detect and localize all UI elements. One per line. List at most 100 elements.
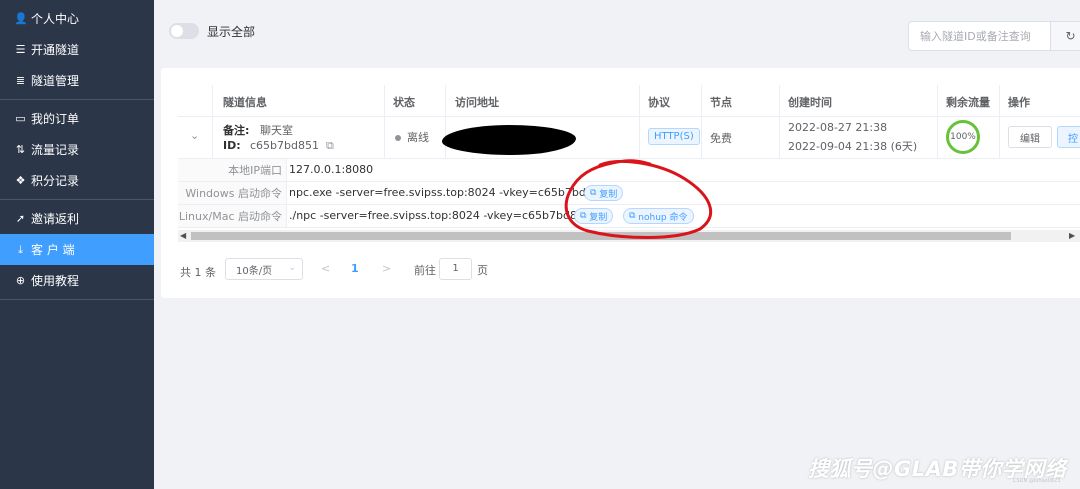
col-header-protocol: 协议 [648,96,670,109]
traffic-progress: 100% [946,120,980,154]
nohup-label: nohup 命令 [638,212,688,223]
protocol-tag: HTTP(S) [648,128,700,145]
download-icon: ⤓ [18,242,23,256]
sidebar-item-tutorial[interactable]: ⊕ 使用教程 [0,265,154,296]
page-suffix: 页 [477,264,488,277]
sidebar-item-label: 客 户 端 [31,243,75,257]
watermark-small: CSDN @lunao0623 [1013,478,1061,484]
sidebar-item-label: 我的订单 [31,112,80,126]
show-all-toggle[interactable] [169,23,199,39]
sidebar-item-label: 个人中心 [31,12,80,26]
copy-label: 复制 [589,212,608,223]
col-header-created: 创建时间 [788,96,832,109]
sidebar-item-orders[interactable]: ▭ 我的订单 [0,103,154,134]
windows-cmd-label: Windows 启动命令 [178,182,287,204]
sidebar-item-label: 积分记录 [31,174,80,188]
page-size-select[interactable]: 10条/页 ⌄ [225,258,303,280]
copy-icon: ⧉ [590,188,600,198]
copy-linux-button[interactable]: ⧉ 复制 [574,208,614,224]
horizontal-scrollbar[interactable]: ◀ ▶ [178,230,1080,242]
page-number-current[interactable]: 1 [351,262,359,275]
detail-row-linux: Linux/Mac 启动命令 ./npc -server=free.svipss… [178,205,1080,228]
status-badge: 离线 [395,129,429,145]
status-dot [395,135,401,141]
share-icon: ➚ [15,212,26,225]
created-time: 2022-08-27 21:38 [788,121,888,134]
sidebar-item-label: 开通隧道 [31,43,80,57]
sidebar-item-points[interactable]: ❖ 积分记录 [0,165,154,196]
col-header-node: 节点 [710,96,732,109]
nav-group-account: 👤 个人中心 ☰ 开通隧道 ≣ 隧道管理 [0,0,154,100]
scroll-thumb[interactable] [191,232,1011,240]
col-header-info: 隧道信息 [223,96,267,109]
sidebar-item-open-tunnel[interactable]: ☰ 开通隧道 [0,34,154,65]
traffic-percent: 100% [950,132,976,142]
sidebar-item-invite[interactable]: ➚ 邀请返利 [0,203,154,234]
sidebar: 👤 个人中心 ☰ 开通隧道 ≣ 隧道管理 ▭ 我的订单 ⇅ 流量记录 ❖ 积分记录 ➚ 邀请返… [0,0,154,489]
refresh-button[interactable]: ↻ [1051,21,1080,51]
nohup-button[interactable]: ⧉ nohup 命令 [623,208,694,224]
nav-group-records: ▭ 我的订单 ⇅ 流量记录 ❖ 积分记录 [0,100,154,200]
scroll-right-icon[interactable]: ▶ [1069,231,1075,240]
user-icon: 👤 [14,12,28,25]
list-icon: ≣ [15,74,26,87]
expire-time: 2022-09-04 21:38 (6天) [788,140,918,153]
local-port-label: 本地IP端口 [178,159,287,181]
linux-cmd-label: Linux/Mac 启动命令 [178,205,287,227]
card-icon: ▭ [15,112,26,125]
sidebar-item-traffic[interactable]: ⇅ 流量记录 [0,134,154,165]
id-label: ID: [223,139,241,152]
col-header-traffic: 剩余流量 [946,96,990,109]
goto-label: 前往 [414,264,436,277]
sort-icon: ⇅ [15,143,26,156]
tunnel-id: c65b7bd851 [250,139,319,152]
sidebar-item-label: 流量记录 [31,143,80,157]
col-header-status: 状态 [393,96,415,109]
edit-label: 编辑 [1020,133,1040,145]
table-row: ⌄ 备注: 聊天室 ID: c65b7bd851 ⧉ 离线 HTTP(S) 免费… [178,117,1080,159]
topbar: 显示全部 输入隧道ID或备注查询 ↻ [154,0,1080,62]
edit-button[interactable]: 编辑 [1008,126,1052,148]
linux-cmd-value: ./npc -server=free.svipss.top:8024 -vkey… [289,209,591,222]
pager-total: 共 1 条 [180,266,216,279]
sidebar-item-label: 隧道管理 [31,74,80,88]
refresh-icon: ↻ [1065,29,1076,43]
zoom-icon: ⊕ [15,274,26,287]
redacted-address [442,125,576,155]
control-label: 控 [1068,133,1078,145]
sidebar-item-tunnel-manage[interactable]: ≣ 隧道管理 [0,65,154,96]
col-header-address: 访问地址 [455,96,499,109]
copy-label: 复制 [599,189,618,200]
server-icon: ☰ [15,43,26,56]
copy-windows-button[interactable]: ⧉ 复制 [584,185,624,201]
search-input[interactable]: 输入隧道ID或备注查询 [908,21,1051,51]
expanded-detail: 本地IP端口 127.0.0.1:8080 Windows 启动命令 npc.e… [178,159,1080,228]
next-page-button[interactable]: > [382,262,391,275]
status-text: 离线 [407,131,429,144]
table-header: 隧道信息 状态 访问地址 协议 节点 创建时间 剩余流量 操作 [178,85,1080,117]
detail-row-local: 本地IP端口 127.0.0.1:8080 [178,159,1080,182]
gift-icon: ❖ [15,174,26,187]
sidebar-item-label: 使用教程 [31,274,80,288]
prev-page-button[interactable]: < [321,262,330,275]
page-size-value: 10条/页 [236,265,273,277]
copy-icon: ⧉ [629,211,639,221]
copy-icon: ⧉ [580,211,590,221]
nav-group-other: ➚ 邀请返利 ⤓ 客 户 端 ⊕ 使用教程 [0,200,154,300]
tunnel-card: 隧道信息 状态 访问地址 协议 节点 创建时间 剩余流量 操作 ⌄ 备注: 聊天… [161,68,1080,298]
search-placeholder: 输入隧道ID或备注查询 [920,30,1031,43]
sidebar-item-profile[interactable]: 👤 个人中心 [0,3,154,34]
detail-row-windows: Windows 启动命令 npc.exe -server=free.svipss… [178,182,1080,205]
goto-page-input[interactable]: 1 [439,258,472,280]
remark-label: 备注: [223,124,250,137]
windows-cmd-value: npc.exe -server=free.svipss.top:8024 -vk… [289,186,607,199]
remark-value: 聊天室 [260,124,293,137]
local-port-value: 127.0.0.1:8080 [289,163,374,176]
sidebar-item-label: 邀请返利 [31,212,80,226]
col-header-actions: 操作 [1008,96,1030,109]
copy-id-icon[interactable]: ⧉ [326,139,334,153]
scroll-left-icon[interactable]: ◀ [180,231,186,240]
control-button[interactable]: 控 [1057,126,1080,148]
expand-icon[interactable]: ⌄ [190,129,199,142]
sidebar-item-client[interactable]: ⤓ 客 户 端 [0,234,154,265]
